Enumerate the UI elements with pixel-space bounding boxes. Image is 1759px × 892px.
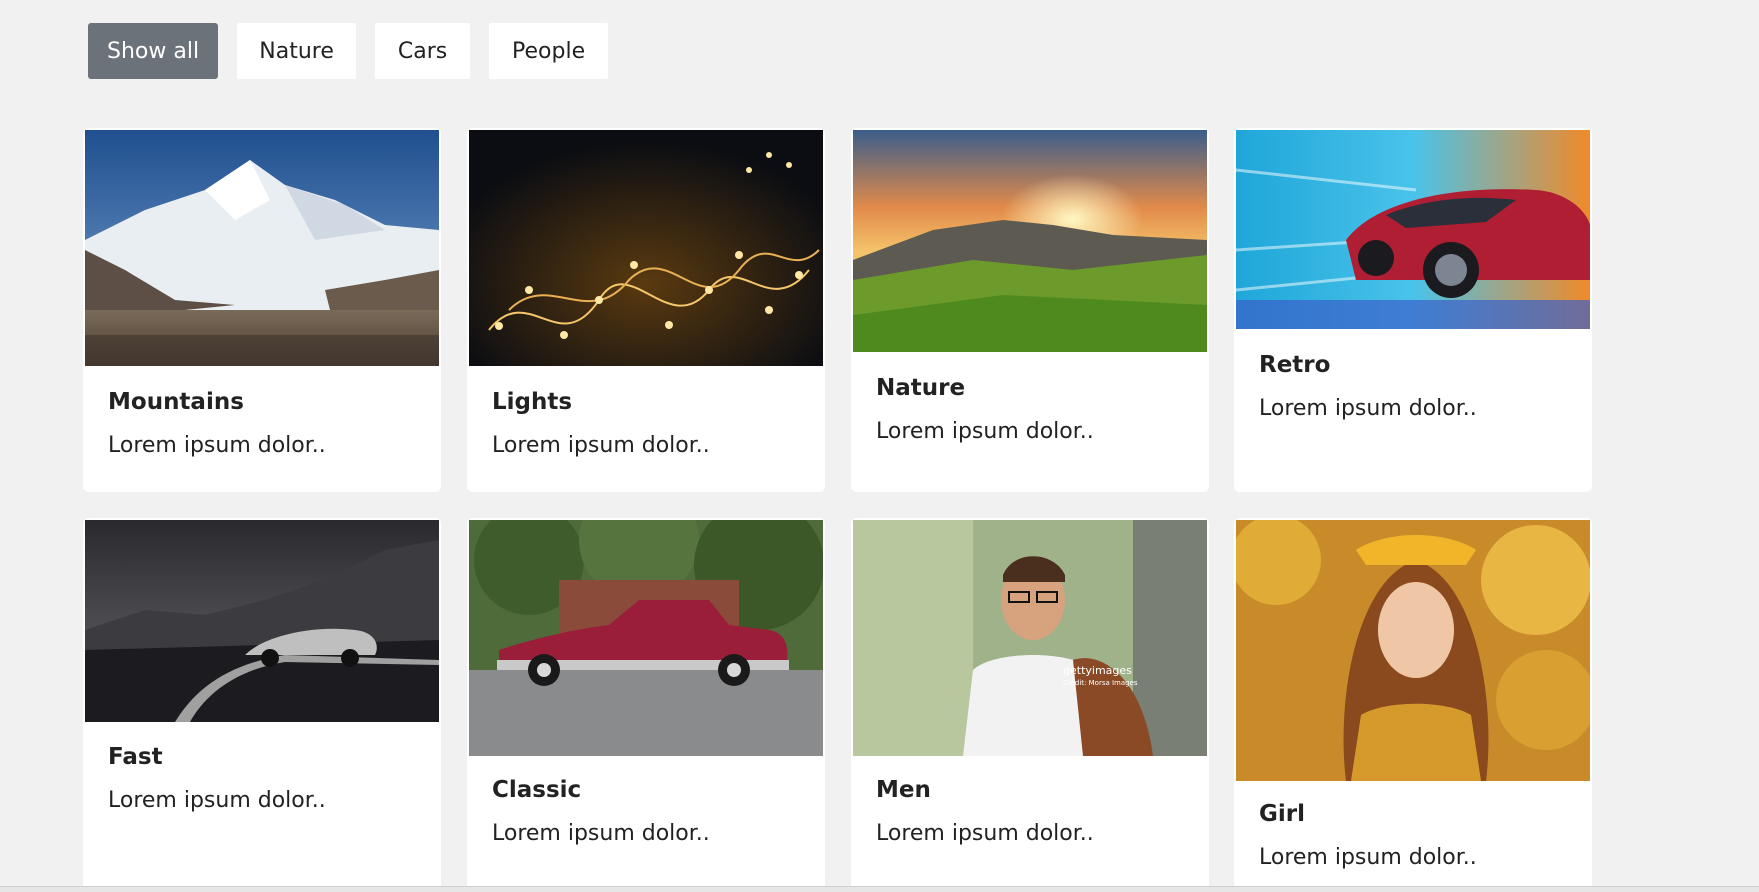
filter-nature-button[interactable]: Nature [237,23,357,79]
card-description: Lorem ipsum dolor.. [108,788,326,813]
card-description: Lorem ipsum dolor.. [492,821,710,846]
filter-people-button[interactable]: People [489,23,609,79]
filter-bar: Show all Nature Cars People [88,23,609,79]
card-girl[interactable]: Girl Lorem ipsum dolor.. [1234,518,1592,892]
filter-show-all-button[interactable]: Show all [88,23,219,79]
card-title: Retro [1259,352,1331,378]
card-description: Lorem ipsum dolor.. [108,433,326,458]
sunset-meadow-image [853,130,1207,352]
card-title: Girl [1259,801,1305,827]
window-bottom-edge [0,886,1759,892]
speeding-car-image [1236,130,1590,329]
man-with-bag-image: gettyimages Credit: Morsa Images [853,520,1207,756]
card-description: Lorem ipsum dolor.. [876,821,1094,846]
card-title: Fast [108,744,163,770]
card-title: Classic [492,777,582,803]
card-mountains[interactable]: Mountains Lorem ipsum dolor.. [83,128,441,492]
filter-cars-button[interactable]: Cars [375,23,471,79]
gallery-page: Show all Nature Cars People Mountains Lo… [0,0,1759,892]
card-description: Lorem ipsum dolor.. [1259,396,1477,421]
getty-watermark: gettyimages Credit: Morsa Images [1063,664,1138,688]
card-fast[interactable]: Fast Lorem ipsum dolor.. [83,518,441,892]
card-title: Men [876,777,931,803]
sports-car-road-image [85,520,439,722]
mountain-image [85,130,439,366]
card-title: Lights [492,389,573,415]
card-description: Lorem ipsum dolor.. [1259,845,1477,870]
card-nature[interactable]: Nature Lorem ipsum dolor.. [851,128,1209,492]
card-description: Lorem ipsum dolor.. [876,419,1094,444]
girl-autumn-image [1236,520,1590,781]
card-description: Lorem ipsum dolor.. [492,433,710,458]
card-classic[interactable]: Classic Lorem ipsum dolor.. [467,518,825,892]
card-lights[interactable]: Lights Lorem ipsum dolor.. [467,128,825,492]
classic-red-car-image [469,520,823,756]
card-retro[interactable]: Retro Lorem ipsum dolor.. [1234,128,1592,492]
card-title: Nature [876,375,966,401]
card-men[interactable]: gettyimages Credit: Morsa Images Men Lor… [851,518,1209,892]
string-lights-image [469,130,823,366]
card-title: Mountains [108,389,244,415]
